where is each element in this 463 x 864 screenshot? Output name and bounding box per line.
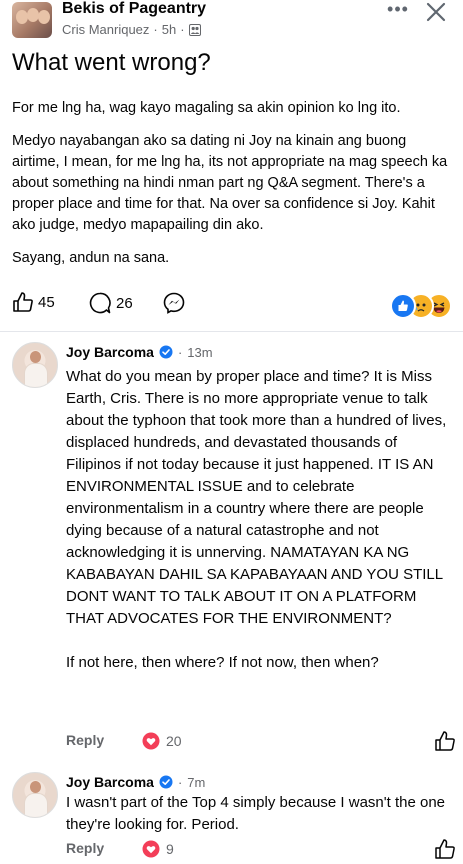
thumbs-up-icon — [13, 292, 33, 312]
comment-paragraph: If not here, then where? If not now, the… — [66, 654, 379, 671]
comment-time[interactable]: 7m — [187, 775, 205, 790]
comment-item: Joy Barcoma · 7m I wasn't part of the To… — [12, 772, 457, 864]
comment-item: Joy Barcoma · 13m What do you mean by pr… — [12, 342, 457, 762]
reply-button[interactable]: Reply — [66, 840, 104, 856]
avatar-gown — [24, 793, 48, 817]
post-actions: 45 26 — [12, 291, 452, 319]
messenger-share-button[interactable] — [162, 291, 186, 315]
meta-separator: · — [153, 22, 158, 37]
reaction-summary[interactable] — [390, 293, 452, 319]
post-meta: Cris Manriquez · 5h · — [62, 22, 201, 37]
comment-paragraph: I wasn't part of the Top 4 simply becaus… — [66, 794, 445, 833]
post-paragraph: Sayang, andun na sana. — [12, 250, 170, 266]
verified-badge-icon — [159, 345, 173, 359]
comment-header: Joy Barcoma · 13m — [66, 344, 213, 360]
comment-reactions[interactable]: 20 — [142, 732, 182, 750]
comment-text: What do you mean by proper place and tim… — [66, 366, 456, 674]
post-paragraph: Medyo nayabangan ako sa dating ni Joy na… — [12, 133, 448, 233]
like-button[interactable]: 45 — [12, 291, 55, 313]
verified-badge-icon — [159, 775, 173, 789]
heart-count: 20 — [166, 733, 182, 749]
avatar-face — [38, 10, 50, 24]
more-options-button[interactable]: ••• — [385, 0, 411, 22]
like-count: 45 — [38, 293, 55, 311]
meta-separator: · — [180, 22, 185, 37]
comment-actions: Reply 9 — [66, 838, 456, 862]
group-avatar[interactable] — [12, 2, 52, 38]
post-body: For me lng ha, wag kayo magaling sa akin… — [12, 98, 452, 281]
comment-header: Joy Barcoma · 7m — [66, 774, 205, 790]
commenter-name[interactable]: Joy Barcoma — [66, 774, 154, 790]
comment-count: 26 — [116, 294, 133, 312]
avatar-head — [30, 351, 41, 363]
comment-reactions[interactable]: 9 — [142, 840, 174, 858]
thumbs-up-icon[interactable] — [434, 730, 456, 752]
meta-separator: · — [177, 344, 183, 360]
section-divider — [0, 331, 463, 332]
messenger-icon — [163, 292, 185, 314]
meta-separator: · — [177, 774, 183, 790]
reply-button[interactable]: Reply — [66, 732, 104, 748]
avatar-head — [30, 781, 41, 793]
post-time[interactable]: 5h — [162, 22, 176, 37]
heart-count: 9 — [166, 841, 174, 857]
comment-button[interactable]: 26 — [88, 291, 133, 315]
comment-paragraph: What do you mean by proper place and tim… — [66, 368, 447, 627]
group-name[interactable]: Bekis of Pageantry — [62, 0, 206, 18]
thumbs-up-icon[interactable] — [434, 838, 456, 860]
avatar-gown — [24, 363, 48, 387]
commenter-avatar[interactable] — [12, 342, 58, 388]
heart-icon — [142, 732, 160, 750]
author-name[interactable]: Cris Manriquez — [62, 22, 149, 37]
commenter-avatar[interactable] — [12, 772, 58, 818]
commenter-name[interactable]: Joy Barcoma — [66, 344, 154, 360]
group-members-icon — [188, 23, 201, 36]
heart-icon — [142, 840, 160, 858]
comment-time[interactable]: 13m — [187, 345, 212, 360]
comment-actions: Reply 20 — [66, 730, 456, 754]
post-header: Bekis of Pageantry Cris Manriquez · 5h ·… — [0, 0, 463, 44]
like-reaction-icon — [390, 293, 416, 319]
post-title: What went wrong? — [12, 49, 211, 76]
post-paragraph: For me lng ha, wag kayo magaling sa akin… — [12, 100, 401, 116]
comment-icon — [89, 292, 111, 314]
avatar-face — [16, 10, 28, 24]
comment-text: I wasn't part of the Top 4 simply becaus… — [66, 792, 456, 836]
close-icon[interactable] — [422, 0, 450, 26]
